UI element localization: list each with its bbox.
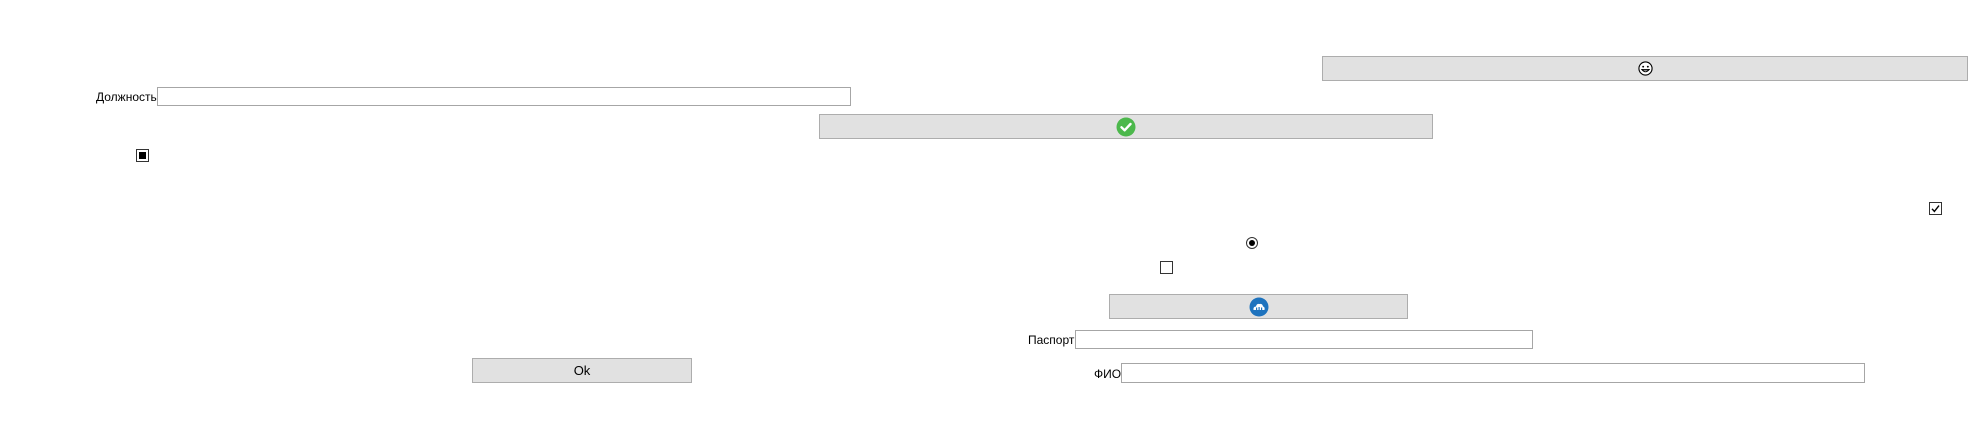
green-check-circle-icon xyxy=(1116,117,1136,137)
window-canvas: Должность Паспорт Ok ФИО xyxy=(0,0,1968,438)
passport-label: Паспорт xyxy=(1028,333,1075,347)
blue-circle-icon xyxy=(1249,297,1269,317)
checked-checkbox[interactable] xyxy=(1929,202,1942,215)
position-label: Должность xyxy=(96,90,157,104)
indeterminate-checkbox[interactable] xyxy=(136,149,149,162)
grinning-face-icon xyxy=(1637,61,1653,76)
radio-button[interactable] xyxy=(1246,237,1258,249)
confirm-button[interactable] xyxy=(819,114,1433,139)
cloud-button[interactable] xyxy=(1109,294,1408,319)
fullname-field[interactable] xyxy=(1121,363,1865,383)
unchecked-checkbox[interactable] xyxy=(1160,261,1173,274)
fullname-label: ФИО xyxy=(1094,367,1122,381)
radio-selected-dot xyxy=(1249,240,1255,246)
passport-field[interactable] xyxy=(1075,330,1533,349)
position-field[interactable] xyxy=(157,87,851,106)
checkbox-indeterminate-mark xyxy=(139,152,146,159)
emoji-button[interactable] xyxy=(1322,56,1968,81)
checkmark-icon xyxy=(1931,205,1940,213)
ok-button[interactable]: Ok xyxy=(472,358,692,383)
